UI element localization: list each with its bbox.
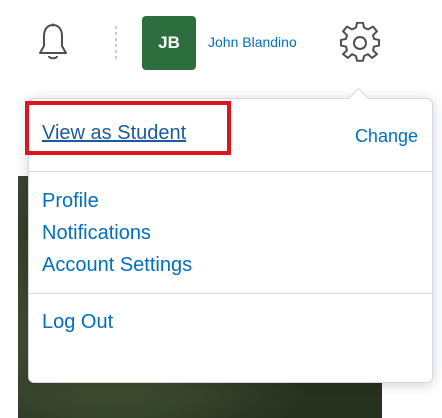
role-section: View as Student Change <box>25 99 432 172</box>
menu-item-account-settings[interactable]: Account Settings <box>29 249 432 281</box>
change-role-link[interactable]: Change <box>355 126 418 147</box>
logout-menu-group: Log Out <box>29 294 432 338</box>
menu-item-profile[interactable]: Profile <box>29 185 432 217</box>
gear-icon[interactable] <box>338 22 382 66</box>
bell-icon[interactable] <box>36 22 70 62</box>
user-menu-dropdown: View as Student Change Profile Notificat… <box>25 87 433 383</box>
avatar[interactable]: JB <box>142 16 196 70</box>
avatar-initials: JB <box>158 33 180 52</box>
account-menu-group: Profile Notifications Account Settings <box>29 171 432 294</box>
menu-list: Profile Notifications Account Settings L… <box>29 171 432 338</box>
top-navbar: JB John Blandino <box>0 0 442 90</box>
user-name-link[interactable]: John Blandino <box>208 34 297 50</box>
header-divider <box>115 26 117 62</box>
menu-item-notifications[interactable]: Notifications <box>29 217 432 249</box>
view-as-student-link[interactable]: View as Student <box>42 122 186 145</box>
menu-item-log-out[interactable]: Log Out <box>29 306 432 338</box>
